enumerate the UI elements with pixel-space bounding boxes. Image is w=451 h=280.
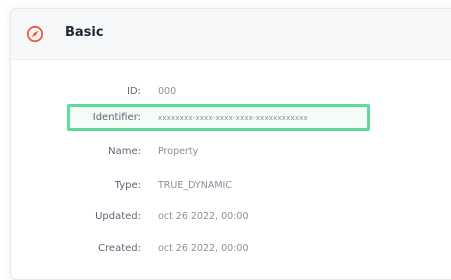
field-label: ID: [126,86,141,97]
card-header: Basic [11,9,451,60]
section-title: Basic [65,25,104,40]
field-row-id: ID: 000 [11,83,451,103]
field-row-updated: Updated: oct 26 2022, 00:00 [11,208,451,228]
field-row-created: Created: oct 26 2022, 00:00 [11,240,451,260]
field-label: Identifier: [92,112,141,123]
field-value: TRUE_DYNAMIC [158,180,232,191]
field-label: Name: [108,146,141,157]
field-value: oct 26 2022, 00:00 [158,243,249,254]
field-row-name: Name: Property [11,143,451,163]
compass-icon [26,25,44,43]
field-row-type: Type: TRUE_DYNAMIC [11,177,451,197]
field-value: oct 26 2022, 00:00 [158,211,249,222]
field-value: 000 [158,86,177,97]
field-row-identifier: Identifier: xxxxxxxx-xxxx-xxxx-xxxx-xxxx… [11,109,451,129]
field-label: Updated: [95,211,141,222]
field-label: Type: [114,180,141,191]
field-value: xxxxxxxx-xxxx-xxxx-xxxx-xxxxxxxxxxxx [158,114,308,122]
basic-info-card: Basic ID: 000 Identifier: xxxxxxxx-xxxx-… [10,8,451,280]
field-value: Property [158,146,199,157]
field-label: Created: [98,243,141,254]
